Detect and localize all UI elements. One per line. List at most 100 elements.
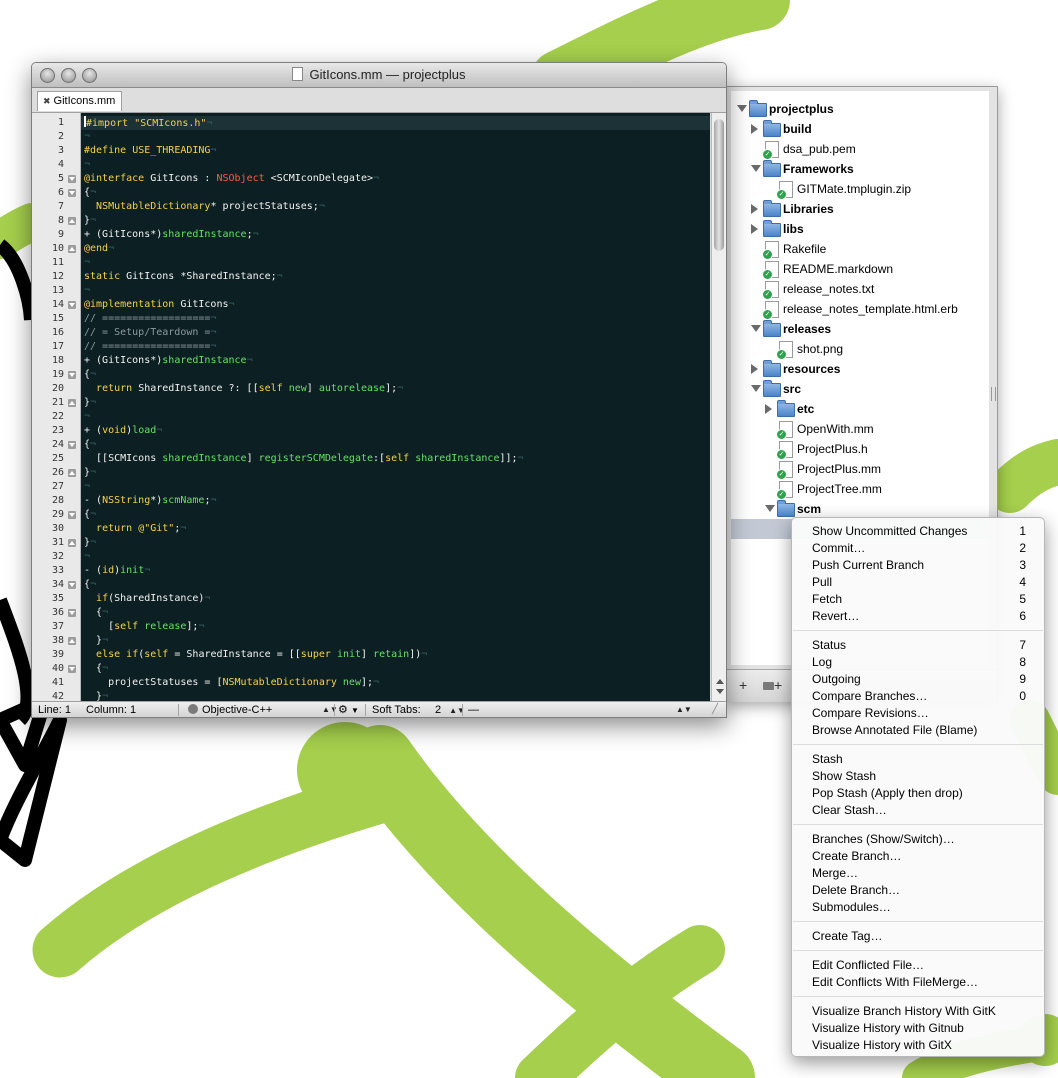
menu-item-visualize-history-with-gitx[interactable]: Visualize History with GitX xyxy=(812,1037,1036,1054)
menu-item-revert[interactable]: Revert… 6 xyxy=(812,608,1036,625)
fold-end-icon[interactable] xyxy=(68,399,76,407)
fold-start-icon[interactable] xyxy=(68,665,76,673)
add-file-button[interactable]: + xyxy=(739,678,747,692)
tree-item-projecttree-mm[interactable]: ✓ ProjectTree.mm xyxy=(731,479,989,500)
tree-item-rakefile[interactable]: ✓ Rakefile xyxy=(731,239,989,260)
tree-item-openwith-mm[interactable]: ✓ OpenWith.mm xyxy=(731,419,989,440)
menu-item-show-stash[interactable]: Show Stash xyxy=(812,768,1036,785)
close-icon[interactable]: ✖ xyxy=(43,96,51,106)
tree-item-gitmate-tmplugin-zip[interactable]: ✓ GITMate.tmplugin.zip xyxy=(731,179,989,200)
file-icon: ✓ xyxy=(762,281,779,300)
menu-item-submodules[interactable]: Submodules… xyxy=(812,899,1036,916)
menu-item-delete-branch[interactable]: Delete Branch… xyxy=(812,882,1036,899)
fold-end-icon[interactable] xyxy=(68,245,76,253)
menu-item-visualize-history-with-gitnub[interactable]: Visualize History with Gitnub xyxy=(812,1020,1036,1037)
tree-item-libraries[interactable]: Libraries xyxy=(731,199,989,219)
menu-item-outgoing[interactable]: Outgoing 9 xyxy=(812,671,1036,688)
title-bar[interactable]: GitIcons.mm — projectplus xyxy=(32,63,726,88)
tree-item-projectplus-mm[interactable]: ✓ ProjectPlus.mm xyxy=(731,459,989,480)
menu-item-create-tag[interactable]: Create Tag… xyxy=(812,928,1036,945)
language-popup[interactable]: Objective-C++ ▲▼ xyxy=(188,702,338,717)
gear-menu-button[interactable]: ⚙ ▼ xyxy=(338,702,359,717)
tree-item-projectplus-h[interactable]: ✓ ProjectPlus.h xyxy=(731,439,989,460)
tree-item-shot-png[interactable]: ✓ shot.png xyxy=(731,339,989,360)
disclosure-open-icon[interactable] xyxy=(765,505,775,512)
menu-item-visualize-branch-history-with-gitk[interactable]: Visualize Branch History With GitK xyxy=(812,1003,1036,1020)
tree-item-etc[interactable]: etc xyxy=(731,399,989,419)
fold-end-icon[interactable] xyxy=(68,217,76,225)
line-number-gutter[interactable]: 1 2 3 4 5 6 7 8 9 10 11 12 13 14 15 16 17 18 19 20 21 22 23 24 2… xyxy=(32,113,81,701)
menu-item-create-branch[interactable]: Create Branch… xyxy=(812,848,1036,865)
fold-start-icon[interactable] xyxy=(68,581,76,589)
scroll-up-arrow[interactable] xyxy=(716,679,724,684)
menu-item-compare-revisions[interactable]: Compare Revisions… xyxy=(812,705,1036,722)
tree-item-dsa-pub-pem[interactable]: ✓ dsa_pub.pem xyxy=(731,139,989,160)
menu-item-edit-conflicted-file[interactable]: Edit Conflicted File… xyxy=(812,957,1036,974)
code-line: return SharedInstance ?: [[self new] aut… xyxy=(96,383,404,394)
menu-item-stash[interactable]: Stash xyxy=(812,751,1036,768)
menu-item-compare-branches[interactable]: Compare Branches… 0 xyxy=(812,688,1036,705)
tree-item-release-notes-template-html-erb[interactable]: ✓ release_notes_template.html.erb xyxy=(731,299,989,320)
fold-end-icon[interactable] xyxy=(68,637,76,645)
fold-start-icon[interactable] xyxy=(68,301,76,309)
tree-item-projectplus[interactable]: projectplus xyxy=(731,99,989,119)
fold-end-icon[interactable] xyxy=(68,469,76,477)
fold-start-icon[interactable] xyxy=(68,371,76,379)
menu-separator xyxy=(793,630,1043,631)
menu-item-status[interactable]: Status 7 xyxy=(812,637,1036,654)
symbol-popup[interactable]: — ▲▼ xyxy=(468,702,692,717)
menu-item-show-uncommitted-changes[interactable]: Show Uncommitted Changes 1 xyxy=(812,523,1036,540)
fold-start-icon[interactable] xyxy=(68,609,76,617)
line-number: 21 xyxy=(51,397,64,408)
menu-item-merge[interactable]: Merge… xyxy=(812,865,1036,882)
line-number: 3 xyxy=(57,145,64,156)
soft-tabs-popup[interactable]: 2 ▲▼ xyxy=(435,702,465,717)
fold-start-icon[interactable] xyxy=(68,441,76,449)
code-editor[interactable]: #import "SCMIcons.h"¬ ¬ #define USE_THREAD… xyxy=(81,113,710,701)
tree-item-releases[interactable]: releases xyxy=(731,319,989,339)
menu-item-clear-stash[interactable]: Clear Stash… xyxy=(812,802,1036,819)
line-number: 8 xyxy=(57,215,64,226)
disclosure-open-icon[interactable] xyxy=(751,165,761,172)
disclosure-closed-icon[interactable] xyxy=(751,224,758,234)
menu-item-push-current-branch[interactable]: Push Current Branch 3 xyxy=(812,557,1036,574)
menu-item-log[interactable]: Log 8 xyxy=(812,654,1036,671)
menu-item-fetch[interactable]: Fetch 5 xyxy=(812,591,1036,608)
disclosure-open-icon[interactable] xyxy=(737,105,747,112)
tree-item-build[interactable]: build xyxy=(731,119,989,139)
menu-item-commit[interactable]: Commit… 2 xyxy=(812,540,1036,557)
disclosure-closed-icon[interactable] xyxy=(765,404,772,414)
tree-item-frameworks[interactable]: Frameworks xyxy=(731,159,989,179)
tree-item-label: projectplus xyxy=(769,102,834,116)
tree-item-readme-markdown[interactable]: ✓ README.markdown xyxy=(731,259,989,280)
tree-item-src[interactable]: src xyxy=(731,379,989,399)
tree-item-release-notes-txt[interactable]: ✓ release_notes.txt xyxy=(731,279,989,300)
menu-item-edit-conflicts-with-filemerge[interactable]: Edit Conflicts With FileMerge… xyxy=(812,974,1036,991)
scroll-thumb[interactable] xyxy=(714,119,724,251)
tree-item-libs[interactable]: libs xyxy=(731,219,989,239)
disclosure-closed-icon[interactable] xyxy=(751,124,758,134)
fold-start-icon[interactable] xyxy=(68,511,76,519)
disclosure-open-icon[interactable] xyxy=(751,385,761,392)
fold-end-icon[interactable] xyxy=(68,539,76,547)
menu-item-branches-show-switch[interactable]: Branches (Show/Switch)… xyxy=(812,831,1036,848)
disclosure-closed-icon[interactable] xyxy=(751,204,758,214)
scroll-down-arrow[interactable] xyxy=(716,689,724,694)
disclosure-closed-icon[interactable] xyxy=(751,364,758,374)
disclosure-open-icon[interactable] xyxy=(751,325,761,332)
tree-item-resources[interactable]: resources xyxy=(731,359,989,379)
menu-item-pull[interactable]: Pull 4 xyxy=(812,574,1036,591)
tree-item-scm[interactable]: scm xyxy=(731,499,989,519)
add-folder-button[interactable]: + xyxy=(763,678,782,692)
menu-item-browse-annotated-file-blame[interactable]: Browse Annotated File (Blame) xyxy=(812,722,1036,739)
resize-grip-icon[interactable]: ╱ xyxy=(712,702,718,717)
fold-start-icon[interactable] xyxy=(68,175,76,183)
code-line: NSMutableDictionary* projectStatuses;¬ xyxy=(96,201,325,212)
menu-item-pop-stash-apply-then-drop[interactable]: Pop Stash (Apply then drop) xyxy=(812,785,1036,802)
vertical-scrollbar[interactable] xyxy=(711,113,726,701)
drawer-resize-handle[interactable] xyxy=(991,387,996,401)
editor-window: GitIcons.mm — projectplus ✖ GitIcons.mm 1… xyxy=(31,62,727,718)
tab-gitIcons[interactable]: ✖ GitIcons.mm xyxy=(37,91,123,111)
fold-start-icon[interactable] xyxy=(68,189,76,197)
tree-item-label: ProjectPlus.h xyxy=(797,442,868,456)
